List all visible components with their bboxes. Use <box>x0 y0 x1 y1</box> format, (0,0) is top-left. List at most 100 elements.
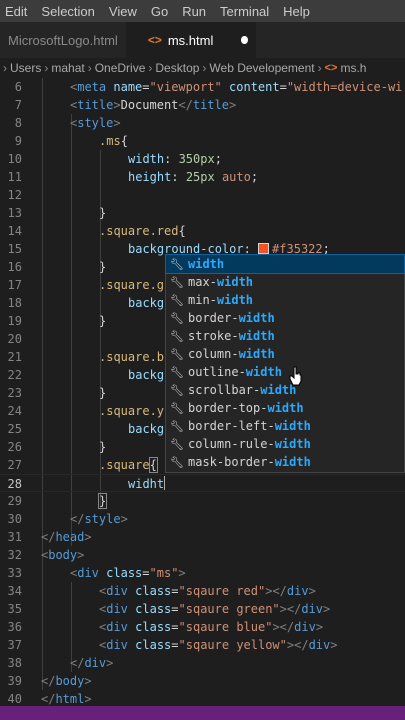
wrench-icon: 🔧︎ <box>170 276 184 289</box>
chevron-right-icon: › <box>317 61 322 75</box>
text-cursor <box>164 476 166 490</box>
wrench-icon: 🔧︎ <box>170 348 184 361</box>
chevron-right-icon: › <box>87 61 92 75</box>
breadcrumb-item[interactable]: Users <box>10 61 41 75</box>
line-number: 18 <box>7 296 22 310</box>
breadcrumb-item[interactable]: ms.h <box>340 61 366 75</box>
code-line: 35 <div class="sqaure green"></div> <box>0 600 405 618</box>
code-line: 40 </html> <box>0 690 405 706</box>
status-bar <box>0 706 405 720</box>
menu-go[interactable]: Go <box>146 4 177 19</box>
suggestion-item[interactable]: 🔧︎ scrollbar-width <box>166 381 404 399</box>
code-line: 33 <div class="ms"> <box>0 564 405 582</box>
suggestion-item[interactable]: 🔧︎ stroke-width <box>166 327 404 345</box>
breadcrumb-item[interactable]: Desktop <box>155 61 199 75</box>
line-number: 27 <box>7 458 22 472</box>
unsaved-dot-icon[interactable] <box>241 36 248 44</box>
line-number: 30 <box>7 512 22 526</box>
line-number: 14 <box>7 224 22 238</box>
line-number: 35 <box>7 602 22 616</box>
line-number: 40 <box>7 692 22 706</box>
menu-selection[interactable]: Selection <box>36 4 103 19</box>
line-number: 17 <box>7 278 22 292</box>
menu-help[interactable]: Help <box>278 4 319 19</box>
wrench-icon: 🔧︎ <box>170 456 184 469</box>
code-line: 32 <body> <box>0 546 405 564</box>
line-number: 13 <box>7 206 22 220</box>
wrench-icon: 🔧︎ <box>170 384 184 397</box>
line-number: 10 <box>7 152 22 166</box>
menu-run[interactable]: Run <box>177 4 215 19</box>
code-line-current: 28 widht <box>0 474 405 492</box>
code-line: 10 width: 350px; <box>0 150 405 168</box>
tab-label: MicrosoftLogo.html <box>8 32 118 48</box>
code-line: 31 </head> <box>0 528 405 546</box>
line-number: 25 <box>7 422 22 436</box>
breadcrumb: › Users › mahat › OneDrive › Desktop › W… <box>0 58 405 78</box>
wrench-icon: 🔧︎ <box>170 402 184 415</box>
line-number: 24 <box>7 404 22 418</box>
wrench-icon: 🔧︎ <box>170 438 184 451</box>
wrench-icon: 🔧︎ <box>170 294 184 307</box>
line-number: 33 <box>7 566 22 580</box>
line-number: 32 <box>7 548 22 562</box>
menu-edit[interactable]: Edit <box>0 4 36 19</box>
line-number: 7 <box>14 98 22 112</box>
wrench-icon: 🔧︎ <box>170 366 184 379</box>
breadcrumb-item[interactable]: OneDrive <box>95 61 146 75</box>
line-number: 22 <box>7 368 22 382</box>
color-swatch[interactable] <box>258 243 270 254</box>
code-line: 9 .ms{ <box>0 132 405 150</box>
suggestion-item[interactable]: 🔧︎ width <box>165 254 405 274</box>
line-number: 37 <box>7 638 22 652</box>
suggestion-item[interactable]: 🔧︎ border-left-width <box>166 417 404 435</box>
code-line: 34 <div class="sqaure red"></div> <box>0 582 405 600</box>
breadcrumb-item[interactable]: Web Developement <box>209 61 314 75</box>
line-number: 8 <box>14 116 22 130</box>
line-number: 31 <box>7 530 22 544</box>
menu-terminal[interactable]: Terminal <box>215 4 278 19</box>
line-number: 34 <box>7 584 22 598</box>
code-line: 11 height: 25px auto; <box>0 168 405 186</box>
line-number: 38 <box>7 656 22 670</box>
suggestion-item[interactable]: 🔧︎ outline-width <box>166 363 404 381</box>
line-number: 29 <box>7 494 22 508</box>
suggestion-item[interactable]: 🔧︎ min-width <box>166 291 404 309</box>
suggestion-item[interactable]: 🔧︎ border-width <box>166 309 404 327</box>
tab-ms-html[interactable]: <> ms.html <box>125 22 256 58</box>
code-line: 8 <style> <box>0 114 405 132</box>
line-number: 15 <box>7 242 22 256</box>
line-number: 19 <box>7 314 22 328</box>
line-number: 26 <box>7 440 22 454</box>
wrench-icon: 🔧︎ <box>170 312 184 325</box>
tab-label: ms.html <box>167 32 214 48</box>
tab-microsoftlogo[interactable]: MicrosoftLogo.html <box>0 22 126 58</box>
code-line: 14 .square.red{ <box>0 222 405 240</box>
line-number: 28 <box>7 477 22 491</box>
code-line: 6 <meta name="viewport" content="width=de… <box>0 78 405 96</box>
menu-view[interactable]: View <box>104 4 146 19</box>
wrench-icon: 🔧︎ <box>170 330 184 343</box>
line-number: 16 <box>7 260 22 274</box>
chevron-right-icon: › <box>202 61 207 75</box>
breadcrumb-item[interactable]: mahat <box>51 61 84 75</box>
suggestion-item[interactable]: 🔧︎ max-width <box>166 273 404 291</box>
autocomplete-suggestions: 🔧︎ width 🔧︎ max-width 🔧︎ min-width 🔧︎ border… <box>165 254 405 473</box>
code-line: 12 <box>0 186 405 204</box>
code-line: 36 <div class="sqaure blue"></div> <box>0 618 405 636</box>
suggestion-item[interactable]: 🔧︎ mask-border-width <box>166 453 404 471</box>
line-number: 20 <box>7 332 22 346</box>
line-number: 6 <box>14 80 22 94</box>
mouse-pointer-icon <box>289 366 302 386</box>
chevron-right-icon: › <box>44 61 49 75</box>
suggestion-item[interactable]: 🔧︎ column-rule-width <box>166 435 404 453</box>
line-number: 36 <box>7 620 22 634</box>
suggestion-item[interactable]: 🔧︎ column-width <box>166 345 404 363</box>
suggestion-item[interactable]: 🔧︎ border-top-width <box>166 399 404 417</box>
code-line: 29} <box>0 492 405 510</box>
chevron-right-icon: › <box>148 61 153 75</box>
line-number: 9 <box>14 134 22 148</box>
line-number: 21 <box>7 350 22 364</box>
code-line: 7 <title>Document</title> <box>0 96 405 114</box>
wrench-icon: 🔧︎ <box>170 420 184 433</box>
